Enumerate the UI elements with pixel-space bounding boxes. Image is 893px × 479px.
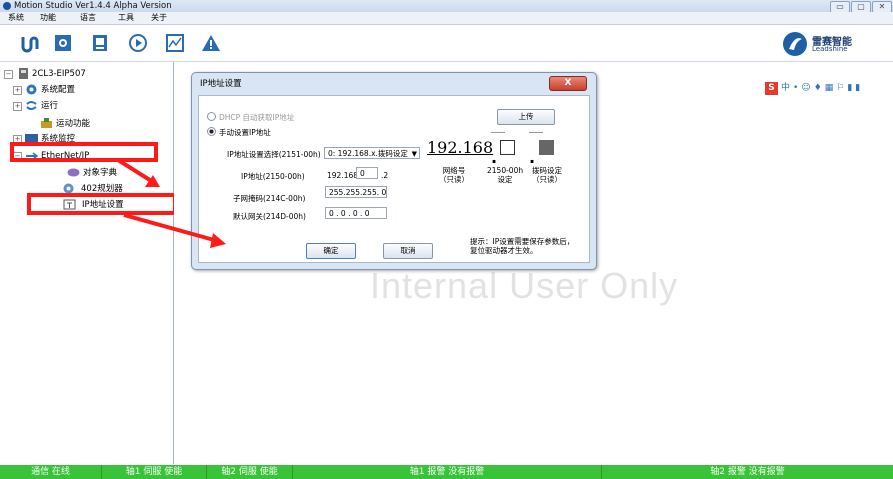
tree-root[interactable]: 2CL3-EIP507 [32,68,86,80]
motor-icon[interactable] [20,33,40,53]
device-icon [19,68,28,79]
setting-box-icon [500,140,515,155]
select-label: IP地址设置选择(2151-00h) [227,150,321,159]
status-communication: 通信 在线 [0,465,102,479]
cycle-icon [26,101,37,110]
status-axis1-alarm: 轴1 报警 没有报警 [293,465,602,479]
tree-expand-toggle[interactable]: + [13,86,22,95]
upload-button[interactable]: 上传 [497,109,555,125]
ime-logo-icon[interactable]: S [765,82,778,95]
setting-caption: 2150-00h 设定 [487,166,524,184]
ime-toolbar: S 中•☺♦▦⚐▮▮ [765,82,893,96]
menu-language[interactable]: 语言 [80,12,96,24]
chart-icon[interactable] [165,33,185,53]
dictionary-icon [67,168,80,177]
dial-caption: 拨码设定 （只读） [532,166,562,184]
ip-address-label: IP地址(2150-00h) [241,172,305,181]
menu-system[interactable]: 系统 [8,12,24,24]
dialog-title: IP地址设置 [200,79,242,89]
menu-tools[interactable]: 工具 [118,12,134,24]
logo-en: Leadshine [812,45,848,53]
radio-dhcp-label: DHCP 自动获取IP地址 [219,113,295,122]
motion-icon [41,118,52,128]
marker-line [529,132,543,133]
chevron-down-icon: ▼ [411,150,417,158]
gear-icon [26,84,37,95]
cancel-button[interactable]: 取消 [383,243,433,259]
menu-about[interactable]: 关于 [151,12,167,24]
tree-item-motion[interactable]: 运动功能 [56,118,90,130]
dot-separator: . [529,148,536,167]
dialog-body: DHCP 自动获取IP地址 手动设置IP地址 上传 IP地址设置选择(2151-… [198,95,590,263]
dot-separator: . [491,148,498,167]
tree-expand-toggle[interactable]: + [13,102,22,111]
toolbar [0,25,893,62]
hint-text: 提示：IP设置需要保存参数后， 复位驱动器才生效。 [470,237,575,255]
ip-suffix: .2 [381,171,389,180]
status-axis2-servo: 轴2 伺服 使能 [207,465,293,479]
app-icon [3,2,11,10]
radio-manual-label: 手动设置IP地址 [219,128,271,137]
marker-line [491,132,505,133]
radio-dhcp[interactable] [207,112,216,121]
status-axis1-servo: 轴1 伺服 使能 [102,465,207,479]
ip-mode-select-value: 0: 192.168.x.拨码设定 [328,149,408,158]
gateway-input[interactable]: 0 . 0 . 0 . 0 [325,207,387,219]
tree-item-system-config[interactable]: 系统配置 [41,84,75,96]
radio-manual[interactable] [207,127,216,136]
ip-third-octet-input[interactable]: 0 [356,167,378,179]
warning-icon[interactable] [201,33,221,53]
ok-button[interactable]: 确定 [306,243,356,259]
menu-function[interactable]: 功能 [40,12,56,24]
network-caption: 网络号 （只读） [439,166,469,184]
status-bar: 通信 在线 轴1 伺服 使能 轴2 伺服 使能 轴1 报警 没有报警 轴2 报警… [0,465,893,479]
tree-item-run[interactable]: 运行 [41,100,58,112]
watermark-text: Internal User Only [370,265,679,306]
tree-collapse-toggle[interactable]: − [4,70,13,79]
ip-mode-select[interactable]: 0: 192.168.x.拨码设定 ▼ [324,147,420,159]
tree-item-object-dictionary[interactable]: 对象字典 [83,167,117,179]
dialog-close-button[interactable]: X [549,76,587,91]
play-icon[interactable] [128,33,148,53]
gateway-label: 默认网关(214D-00h) [233,212,306,221]
dial-box-icon [539,140,554,155]
ime-tool-icons[interactable]: 中•☺♦▦⚐▮▮ [781,82,863,95]
status-axis2-alarm: 轴2 报警 没有报警 [710,467,785,477]
leadshine-logo: 雷赛智能 Leadshine [782,31,882,57]
subnet-label: 子网掩码(214C-00h) [233,194,306,203]
document-icon[interactable] [90,33,110,53]
annotation-box-ethernetip [10,142,158,162]
annotation-box-ip-settings [27,193,177,215]
window-title: Motion Studio Ver1.4.4 Alpha Version [14,1,172,11]
big-ip-network: 192.168 [427,138,494,157]
project-tree-panel: − 2CL3-EIP507 + 系统配置 + 运行 运动功能 + 系统监控 − … [0,62,177,464]
config-icon[interactable] [53,33,73,53]
menu-bar: 系统 功能 语言 工具 关于 [0,12,893,25]
subnet-input[interactable]: 255.255.255. 0 [325,186,387,198]
logo-icon [783,32,807,56]
ip-settings-dialog: IP地址设置 X DHCP 自动获取IP地址 手动设置IP地址 上传 IP地址设… [191,72,597,270]
